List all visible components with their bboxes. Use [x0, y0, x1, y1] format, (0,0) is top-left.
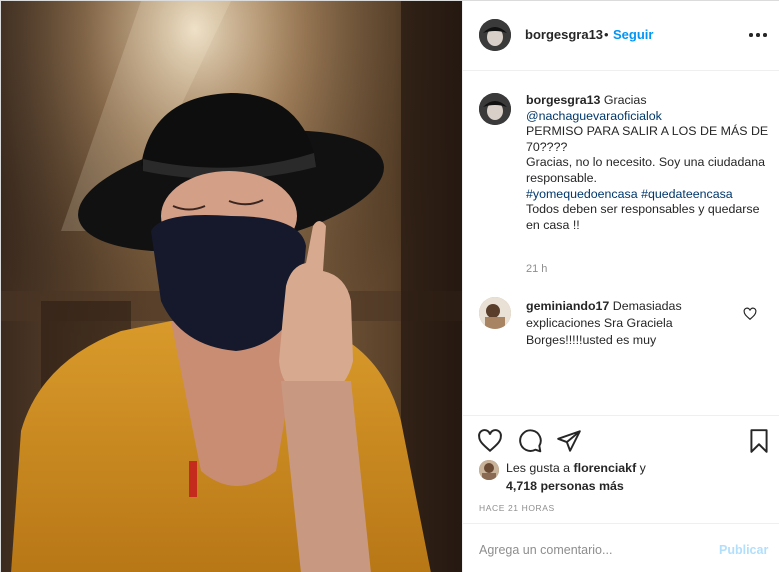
header-separator: •: [604, 27, 609, 42]
hashtag-link[interactable]: #yomequedoencasa: [526, 187, 638, 201]
caption-closing: Todos deben ser responsables y quedarse …: [526, 202, 760, 232]
caption-text: borgesgra13 Gracias @nachaguevaraoficial…: [526, 93, 771, 233]
comment-icon[interactable]: [517, 428, 543, 454]
post-header: borgesgra13 • Seguir: [463, 1, 779, 71]
post-photo[interactable]: [1, 1, 462, 572]
liker-avatar[interactable]: [479, 460, 499, 480]
caption-avatar-image: [479, 93, 511, 125]
commenter-avatar-image: [479, 297, 511, 329]
share-icon[interactable]: [556, 428, 582, 454]
comment-text: geminiando17 Demasiadas explicaciones Sr…: [526, 298, 736, 349]
post-timestamp[interactable]: HACE 21 HORAS: [479, 503, 555, 513]
author-avatar[interactable]: [479, 19, 511, 51]
likes-line-2: 4,718 personas más: [506, 479, 624, 493]
photo-illustration: [1, 1, 462, 572]
author-avatar-image: [479, 19, 511, 51]
liker-avatar-image: [479, 460, 499, 480]
comment-input[interactable]: Agrega un comentario...: [479, 543, 612, 557]
hashtag-link[interactable]: #quedateencasa: [641, 187, 733, 201]
heart-icon[interactable]: [477, 428, 503, 454]
likes-line-1: Les gusta a florenciakf y: [506, 461, 646, 475]
caption-answer: Gracias, no lo necesito. Soy una ciudada…: [526, 155, 766, 185]
caption-mention[interactable]: @nachaguevaraoficialok: [526, 109, 662, 123]
caption-avatar[interactable]: [479, 93, 511, 125]
commenter-username[interactable]: geminiando17: [526, 299, 609, 313]
add-comment-bar: Agrega un comentario... Publicar: [463, 523, 779, 572]
caption-question: PERMISO PARA SALIR A LOS DE MÁS DE 70???…: [526, 124, 769, 154]
comment-heart-icon[interactable]: [743, 307, 757, 321]
author-username[interactable]: borgesgra13: [525, 27, 603, 42]
follow-button[interactable]: Seguir: [613, 27, 653, 42]
likes-count[interactable]: 4,718 personas más: [506, 479, 624, 493]
bookmark-icon[interactable]: [746, 428, 772, 454]
action-bar: [463, 415, 779, 463]
instagram-post: borgesgra13 • Seguir borgesgra13 Gracias…: [0, 0, 779, 572]
likes-connector: y: [639, 461, 646, 475]
liker-username[interactable]: florenciakf: [574, 461, 637, 475]
caption-intro: Gracias: [603, 93, 647, 107]
publish-button[interactable]: Publicar: [719, 543, 768, 557]
more-options-icon[interactable]: [749, 27, 769, 43]
caption-timestamp: 21 h: [526, 263, 548, 275]
likes-prefix: Les gusta a: [506, 461, 571, 475]
commenter-avatar[interactable]: [479, 297, 511, 329]
caption-username[interactable]: borgesgra13: [526, 93, 600, 107]
post-details-panel: borgesgra13 • Seguir borgesgra13 Gracias…: [462, 1, 779, 572]
